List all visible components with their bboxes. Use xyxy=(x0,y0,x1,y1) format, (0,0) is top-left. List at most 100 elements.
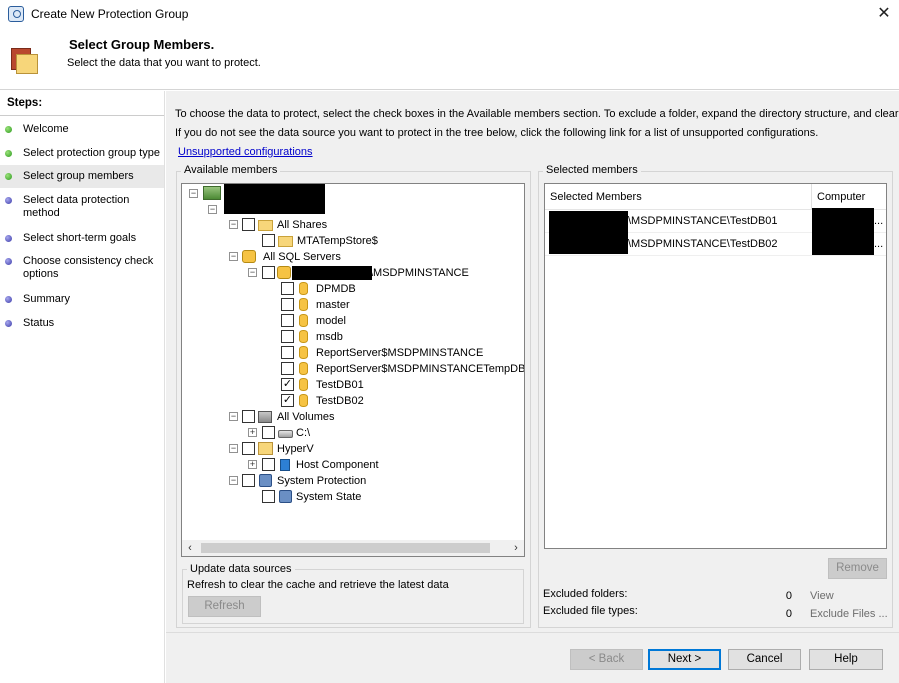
network-computer-icon xyxy=(203,186,221,200)
tree-node-label: DPMDB xyxy=(316,283,356,295)
testdb01-checkbox[interactable]: ✓ xyxy=(281,378,294,391)
collapse-icon[interactable]: − xyxy=(189,189,198,198)
expand-icon[interactable]: + xyxy=(248,428,257,437)
msdb-checkbox[interactable] xyxy=(281,330,294,343)
tree-node-reportserver-tempdb[interactable]: ReportServer$MSDPMINSTANCETempDB xyxy=(281,361,524,377)
tree-node-label: HyperV xyxy=(277,443,314,455)
step-select-short-term-goals[interactable]: Select short-term goals xyxy=(0,232,164,245)
tree-node-label: Host Component xyxy=(296,459,379,471)
tree-node-hyperv[interactable]: − HyperV xyxy=(227,441,487,457)
collapse-icon[interactable]: − xyxy=(229,444,238,453)
tree-node-sql-instance[interactable]: − \MSDPMINSTANCE xyxy=(246,265,524,281)
tree-horizontal-scrollbar[interactable]: ‹ › xyxy=(182,540,524,556)
step-select-group-members[interactable]: Select group members xyxy=(0,165,164,188)
hyperv-checkbox[interactable] xyxy=(242,442,255,455)
view-excluded-folders-link[interactable]: View xyxy=(810,590,834,602)
collapse-icon[interactable]: − xyxy=(229,412,238,421)
master-checkbox[interactable] xyxy=(281,298,294,311)
title-bar: Create New Protection Group ✕ xyxy=(0,0,899,28)
next-button[interactable]: Next > xyxy=(648,649,721,670)
table-row[interactable]: \MSDPMINSTANCE\TestDB02 ... xyxy=(545,231,886,256)
steps-divider xyxy=(0,115,164,116)
tree-node-root[interactable]: − xyxy=(187,184,487,214)
back-button[interactable]: < Back xyxy=(570,649,643,670)
system-protection-checkbox[interactable] xyxy=(242,474,255,487)
model-checkbox[interactable] xyxy=(281,314,294,327)
server-icon xyxy=(258,411,272,423)
exclude-files-link[interactable]: Exclude Files ... xyxy=(810,608,888,620)
tree-node-label: System Protection xyxy=(277,475,367,487)
selected-member-name: \MSDPMINSTANCE\TestDB01 xyxy=(628,215,778,227)
tree-node-label: All SQL Servers xyxy=(263,251,341,263)
unsupported-configurations-link[interactable]: Unsupported configurations xyxy=(178,146,313,158)
mtatempstore-checkbox[interactable] xyxy=(262,234,275,247)
tree-node-server[interactable]: − xyxy=(206,202,226,218)
step-status[interactable]: Status xyxy=(0,317,164,330)
page-subtitle: Select the data that you want to protect… xyxy=(67,57,261,69)
help-button[interactable]: Help xyxy=(809,649,883,670)
host-component-checkbox[interactable] xyxy=(262,458,275,471)
tree-node-label: TestDB02 xyxy=(316,395,364,407)
available-members-tree[interactable]: − − − All Shares MTATempStore$ − All SQL… xyxy=(181,183,525,557)
sql-instance-checkbox[interactable] xyxy=(262,266,275,279)
collapse-icon[interactable]: − xyxy=(229,220,238,229)
tree-node-mtatempstore[interactable]: MTATempStore$ xyxy=(257,233,517,249)
database-icon xyxy=(299,314,308,327)
collapse-icon[interactable]: − xyxy=(208,205,217,214)
tree-node-reportserver[interactable]: ReportServer$MSDPMINSTANCE xyxy=(281,345,524,361)
refresh-button[interactable]: Refresh xyxy=(188,596,261,617)
column-header-selected-members[interactable]: Selected Members xyxy=(545,184,812,210)
step-choose-consistency-check[interactable]: Choose consistency check options xyxy=(0,255,164,281)
reportserver-tempdb-checkbox[interactable] xyxy=(281,362,294,375)
tree-node-label: MTATempStore$ xyxy=(297,235,378,247)
cancel-button[interactable]: Cancel xyxy=(728,649,801,670)
dpmdb-checkbox[interactable] xyxy=(281,282,294,295)
c-drive-checkbox[interactable] xyxy=(262,426,275,439)
selected-members-label: Selected members xyxy=(543,164,641,176)
all-volumes-checkbox[interactable] xyxy=(242,410,255,423)
tree-node-model[interactable]: model xyxy=(281,313,521,329)
tree-node-all-shares[interactable]: − All Shares xyxy=(227,217,487,233)
step-label: Select short-term goals xyxy=(23,232,137,244)
collapse-icon[interactable]: − xyxy=(248,268,257,277)
table-row[interactable]: \MSDPMINSTANCE\TestDB01 ... xyxy=(545,208,886,233)
step-status-icon xyxy=(5,173,12,180)
tree-node-dpmdb[interactable]: DPMDB xyxy=(281,281,521,297)
tree-node-master[interactable]: master xyxy=(281,297,521,313)
step-select-protection-group-type[interactable]: Select protection group type xyxy=(0,147,164,160)
column-header-computer[interactable]: Computer xyxy=(812,184,886,210)
step-label: Status xyxy=(23,317,55,329)
tree-node-c-drive[interactable]: + C:\ xyxy=(246,425,506,441)
tree-node-system-state[interactable]: System State xyxy=(262,489,502,505)
step-label: Select data protection method xyxy=(23,194,130,219)
step-summary[interactable]: Summary xyxy=(0,293,164,306)
system-state-icon xyxy=(279,490,292,503)
tree-node-system-protection[interactable]: − System Protection xyxy=(227,473,487,489)
step-welcome[interactable]: Welcome xyxy=(0,123,164,136)
selected-members-grid[interactable]: Selected Members Computer \MSDPMINSTANCE… xyxy=(544,183,887,549)
collapse-icon[interactable]: − xyxy=(229,252,238,261)
redacted-server-name xyxy=(224,184,325,214)
tree-node-testdb01[interactable]: ✓ TestDB01 xyxy=(281,377,521,393)
database-icon xyxy=(299,346,308,359)
testdb02-checkbox[interactable]: ✓ xyxy=(281,394,294,407)
remove-button[interactable]: Remove xyxy=(828,558,887,579)
tree-node-host-component[interactable]: + Host Component xyxy=(246,457,506,473)
drive-icon xyxy=(278,430,293,438)
step-select-data-protection-method[interactable]: Select data protection method xyxy=(0,194,164,220)
scroll-left-icon[interactable]: ‹ xyxy=(182,540,198,556)
sql-instance-icon xyxy=(277,266,291,279)
reportserver-checkbox[interactable] xyxy=(281,346,294,359)
scrollbar-thumb[interactable] xyxy=(201,543,490,553)
tree-node-all-sql-servers[interactable]: − All SQL Servers xyxy=(227,249,487,265)
expand-icon[interactable]: + xyxy=(248,460,257,469)
collapse-icon[interactable]: − xyxy=(229,476,238,485)
tree-node-testdb02[interactable]: ✓ TestDB02 xyxy=(281,393,521,409)
tree-node-msdb[interactable]: msdb xyxy=(281,329,521,345)
scroll-right-icon[interactable]: › xyxy=(508,540,524,556)
system-state-checkbox[interactable] xyxy=(262,490,275,503)
close-icon[interactable]: ✕ xyxy=(873,3,895,25)
all-shares-checkbox[interactable] xyxy=(242,218,255,231)
tree-node-all-volumes[interactable]: − All Volumes xyxy=(227,409,487,425)
window-title: Create New Protection Group xyxy=(31,7,189,21)
